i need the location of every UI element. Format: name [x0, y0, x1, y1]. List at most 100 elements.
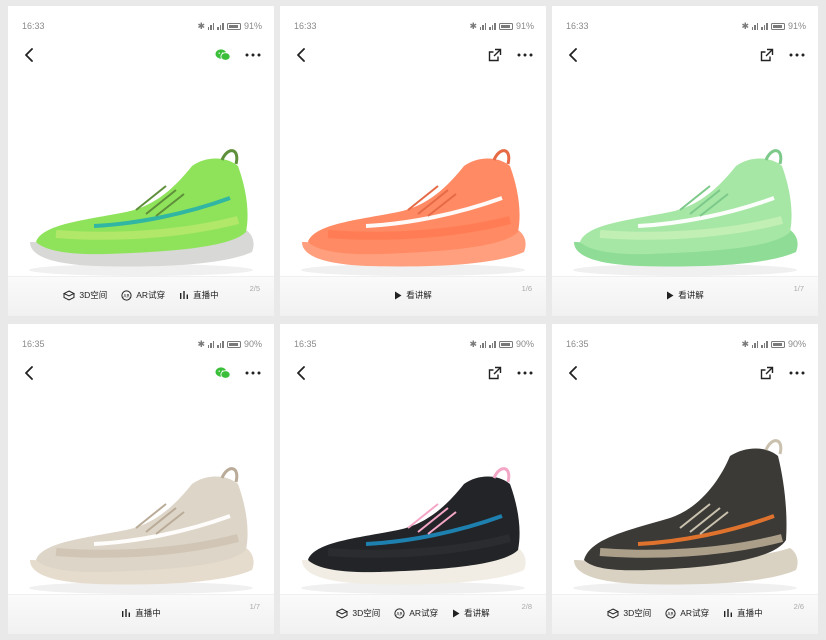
- play-icon: [452, 609, 460, 618]
- image-counter: 2/6: [793, 602, 804, 611]
- 3d-space-icon: [336, 607, 349, 619]
- battery-icon: [770, 22, 785, 30]
- bottom-action-bar: 直播中 1/7: [8, 594, 274, 634]
- status-time: 16:33: [294, 21, 317, 31]
- back-button[interactable]: [292, 46, 310, 64]
- bluetooth-icon: ✱: [741, 20, 749, 31]
- live-bars-icon: [179, 290, 189, 300]
- share-button[interactable]: [486, 364, 504, 382]
- wechat-share-button[interactable]: [214, 364, 232, 382]
- chevron-left-icon: [25, 366, 33, 380]
- play-icon: [394, 291, 402, 300]
- product-screenshot-panel: 16:35 ✱ 90% 3D空间 AR AR试穿 直播中 2/6: [552, 324, 818, 634]
- action-button-ar[interactable]: AR AR试穿: [394, 607, 438, 619]
- action-button-3d-space[interactable]: 3D空间: [63, 289, 107, 301]
- action-button-ar[interactable]: AR AR试穿: [121, 289, 165, 301]
- live-bars-icon: [723, 608, 733, 618]
- more-button[interactable]: [244, 364, 262, 382]
- share-export-icon: [488, 366, 502, 380]
- product-image[interactable]: [16, 420, 266, 600]
- product-image[interactable]: [560, 102, 810, 282]
- back-button[interactable]: [20, 46, 38, 64]
- battery-icon: [226, 22, 241, 30]
- battery-percent: 91%: [515, 21, 534, 31]
- status-time: 16:33: [22, 21, 45, 31]
- wechat-icon: [215, 49, 231, 61]
- product-image[interactable]: [288, 102, 538, 282]
- product-image[interactable]: [288, 420, 538, 600]
- status-time: 16:33: [566, 21, 589, 31]
- bluetooth-icon: ✱: [741, 338, 749, 349]
- bottom-action-bar: 看讲解 1/6: [280, 276, 546, 316]
- status-bar: 16:33 ✱ 91%: [294, 19, 534, 33]
- bottom-action-bar: 看讲解 1/7: [552, 276, 818, 316]
- battery-percent: 91%: [243, 21, 262, 31]
- battery-icon: [226, 340, 241, 348]
- chevron-left-icon: [297, 366, 305, 380]
- action-button-ar[interactable]: AR AR试穿: [665, 607, 709, 619]
- more-dots-icon: [789, 53, 805, 57]
- share-export-icon: [760, 48, 774, 62]
- 3d-space-icon: [607, 607, 620, 619]
- more-button[interactable]: [244, 46, 262, 64]
- action-label: 直播中: [193, 290, 219, 300]
- bluetooth-icon: ✱: [469, 20, 477, 31]
- back-button[interactable]: [564, 364, 582, 382]
- share-button[interactable]: [758, 46, 776, 64]
- product-screenshot-panel: 16:33 ✱ 91% 看讲解 1/7: [552, 6, 818, 316]
- signal-icon: [207, 22, 215, 30]
- chevron-left-icon: [25, 48, 33, 62]
- action-button-live-bars[interactable]: 直播中: [179, 289, 219, 301]
- more-dots-icon: [245, 371, 261, 375]
- top-nav: [562, 44, 808, 66]
- more-button[interactable]: [788, 46, 806, 64]
- bottom-action-bar: 3D空间 AR AR试穿 直播中 2/5: [8, 276, 274, 316]
- signal-icon: [479, 22, 487, 30]
- back-button[interactable]: [292, 364, 310, 382]
- live-bars-icon: [121, 608, 131, 618]
- signal-icon: [479, 340, 487, 348]
- more-button[interactable]: [516, 46, 534, 64]
- more-button[interactable]: [788, 364, 806, 382]
- battery-icon: [498, 340, 513, 348]
- action-label: 3D空间: [79, 290, 108, 300]
- battery-icon: [770, 340, 785, 348]
- status-bar: 16:35 ✱ 90%: [566, 337, 806, 351]
- play-icon: [666, 291, 674, 300]
- action-button-play[interactable]: 看讲解: [666, 289, 704, 301]
- signal-icon: [217, 340, 224, 348]
- wechat-share-button[interactable]: [214, 46, 232, 64]
- action-button-play[interactable]: 看讲解: [394, 289, 432, 301]
- bluetooth-icon: ✱: [469, 338, 477, 349]
- product-screenshot-panel: 16:33 ✱ 91% 看讲解 1/6: [280, 6, 546, 316]
- sneaker-image: [29, 467, 254, 594]
- back-button[interactable]: [564, 46, 582, 64]
- product-image[interactable]: [560, 420, 810, 600]
- action-button-play[interactable]: 看讲解: [452, 607, 490, 619]
- battery-percent: 90%: [787, 339, 806, 349]
- svg-text:AR: AR: [668, 611, 674, 617]
- status-bar: 16:33 ✱ 91%: [566, 19, 806, 33]
- chevron-left-icon: [569, 366, 577, 380]
- image-counter: 2/5: [249, 284, 260, 293]
- more-dots-icon: [517, 371, 533, 375]
- product-image[interactable]: [16, 102, 266, 282]
- sneaker-image: [301, 149, 526, 276]
- signal-icon: [489, 340, 496, 348]
- share-button[interactable]: [486, 46, 504, 64]
- back-button[interactable]: [20, 364, 38, 382]
- action-label: AR试穿: [136, 290, 166, 300]
- share-button[interactable]: [758, 364, 776, 382]
- bottom-action-bar: 3D空间 AR AR试穿 直播中 2/6: [552, 594, 818, 634]
- image-counter: 2/8: [521, 602, 532, 611]
- action-label: AR试穿: [680, 608, 710, 618]
- action-button-live-bars[interactable]: 直播中: [121, 607, 161, 619]
- action-button-3d-space[interactable]: 3D空间: [607, 607, 651, 619]
- action-label: 直播中: [135, 608, 161, 618]
- action-button-live-bars[interactable]: 直播中: [723, 607, 763, 619]
- action-button-3d-space[interactable]: 3D空间: [336, 607, 380, 619]
- product-screenshot-panel: 16:35 ✱ 90% 直播中 1/7: [8, 324, 274, 634]
- action-label: AR试穿: [409, 608, 439, 618]
- more-button[interactable]: [516, 364, 534, 382]
- more-dots-icon: [245, 53, 261, 57]
